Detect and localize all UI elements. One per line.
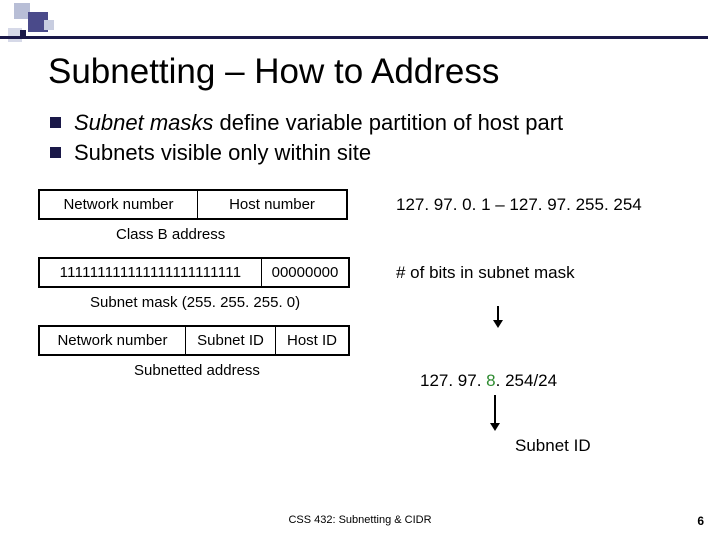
subnet-id-label: Subnet ID xyxy=(515,436,591,456)
mask-ones-cell: 111111111111111111111111 xyxy=(40,259,262,286)
slide-title: Subnetting – How to Address xyxy=(48,52,698,92)
subnetted-caption: Subnetted address xyxy=(134,362,698,379)
arrow-down-icon xyxy=(490,395,500,417)
subnetted-row: Network number Subnet ID Host ID xyxy=(38,325,698,356)
class-b-row: Network number Host number 127. 97. 0. 1… xyxy=(38,189,698,220)
mask-zeros-cell: 00000000 xyxy=(262,259,348,286)
address-box: Network number Host number xyxy=(38,189,348,220)
network-number-cell: Network number xyxy=(40,191,198,218)
bullet-list: Subnet masks define variable partition o… xyxy=(50,108,698,167)
subnet-mask-row: 111111111111111111111111 00000000 # of b… xyxy=(38,257,698,288)
horizontal-rule xyxy=(0,36,708,39)
class-b-caption: Class B address xyxy=(116,226,698,243)
cidr-subnet-octet: 8 xyxy=(486,371,495,390)
mask-bits-desc: # of bits in subnet mask xyxy=(396,263,575,283)
arrow-to-subnet-id xyxy=(490,395,500,422)
subnetted-box: Network number Subnet ID Host ID xyxy=(38,325,350,356)
subnet-mask-caption: Subnet mask (255. 255. 255. 0) xyxy=(90,294,698,311)
slide-decoration xyxy=(0,0,720,42)
bullet-item: Subnet masks define variable partition o… xyxy=(50,108,698,138)
host-number-cell: Host number xyxy=(198,191,346,218)
page-number: 6 xyxy=(697,514,704,528)
address-range: 127. 97. 0. 1 – 127. 97. 255. 254 xyxy=(396,195,642,215)
cidr-post: . 254/24 xyxy=(496,371,557,390)
subnet-id-cell: Subnet ID xyxy=(186,327,276,354)
bullet-text: Subnets visible only within site xyxy=(74,140,371,165)
bullet-italic: Subnet masks xyxy=(74,110,213,135)
cidr-pre: 127. 97. xyxy=(420,371,486,390)
mask-box: 111111111111111111111111 00000000 xyxy=(38,257,350,288)
network-number-cell: Network number xyxy=(40,327,186,354)
bullet-item: Subnets visible only within site xyxy=(50,138,698,168)
bullet-text: define variable partition of host part xyxy=(213,110,563,135)
deco-square xyxy=(44,20,54,30)
arrow-down-icon xyxy=(493,306,503,328)
arrow-to-cidr xyxy=(493,306,503,333)
footer-text: CSS 432: Subnetting & CIDR xyxy=(0,514,720,526)
host-id-cell: Host ID xyxy=(276,327,348,354)
cidr-address: 127. 97. 8. 254/24 xyxy=(420,371,557,391)
